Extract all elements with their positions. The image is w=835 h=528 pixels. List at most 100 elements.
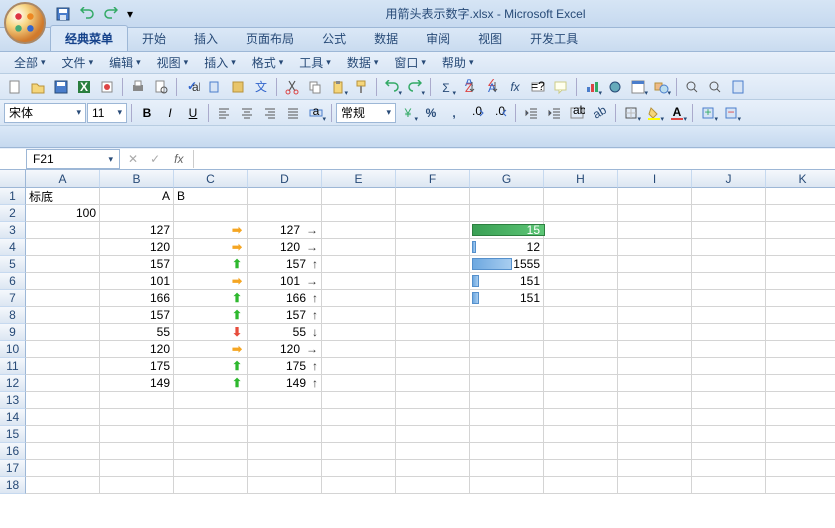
cell-I17[interactable]	[618, 460, 692, 477]
menu-edit[interactable]: 编辑	[101, 52, 149, 73]
menu-help[interactable]: 帮助	[434, 52, 482, 73]
cell-B12[interactable]: 149	[100, 375, 174, 392]
bold-icon[interactable]: B	[136, 102, 158, 124]
cell-H16[interactable]	[544, 443, 618, 460]
cell-C10[interactable]: ➡	[174, 341, 248, 358]
thesaurus-icon[interactable]	[227, 76, 249, 98]
cell-F6[interactable]	[396, 273, 470, 290]
cell-F11[interactable]	[396, 358, 470, 375]
cell-B4[interactable]: 120	[100, 239, 174, 256]
form-icon[interactable]	[727, 76, 749, 98]
cell-I13[interactable]	[618, 392, 692, 409]
cell-E10[interactable]	[322, 341, 396, 358]
italic-icon[interactable]: I	[159, 102, 181, 124]
cell-I9[interactable]	[618, 324, 692, 341]
cell-A9[interactable]	[26, 324, 100, 341]
cell-H10[interactable]	[544, 341, 618, 358]
cell-D3[interactable]: 127→	[248, 222, 322, 239]
row-header-2[interactable]: 2	[0, 205, 26, 222]
cell-E11[interactable]	[322, 358, 396, 375]
cell-F7[interactable]	[396, 290, 470, 307]
fx-icon[interactable]: fx	[168, 152, 189, 166]
select-all-corner[interactable]	[0, 170, 26, 188]
cell-J17[interactable]	[692, 460, 766, 477]
undo-icon[interactable]	[381, 76, 403, 98]
row-header-1[interactable]: 1	[0, 188, 26, 205]
cell-I10[interactable]	[618, 341, 692, 358]
cell-A1[interactable]: 标底	[26, 188, 100, 205]
fill-color-icon[interactable]	[643, 102, 665, 124]
cell-H6[interactable]	[544, 273, 618, 290]
cell-E9[interactable]	[322, 324, 396, 341]
percent-icon[interactable]: %	[420, 102, 442, 124]
row-header-9[interactable]: 9	[0, 324, 26, 341]
row-header-12[interactable]: 12	[0, 375, 26, 392]
cell-B16[interactable]	[100, 443, 174, 460]
cell-K16[interactable]	[766, 443, 835, 460]
cell-A6[interactable]	[26, 273, 100, 290]
number-format-combo[interactable]: 常规	[336, 103, 396, 123]
col-header-K[interactable]: K	[766, 170, 835, 188]
cell-A5[interactable]	[26, 256, 100, 273]
cell-G6[interactable]: 151	[470, 273, 544, 290]
cell-K17[interactable]	[766, 460, 835, 477]
delete-cells-icon[interactable]: −	[720, 102, 742, 124]
cell-J2[interactable]	[692, 205, 766, 222]
cell-B15[interactable]	[100, 426, 174, 443]
print-icon[interactable]	[127, 76, 149, 98]
borders-icon[interactable]	[620, 102, 642, 124]
cell-E6[interactable]	[322, 273, 396, 290]
copy-icon[interactable]	[304, 76, 326, 98]
cell-H7[interactable]	[544, 290, 618, 307]
cell-A8[interactable]	[26, 307, 100, 324]
cell-K14[interactable]	[766, 409, 835, 426]
undo-icon[interactable]	[76, 3, 98, 25]
paste-icon[interactable]	[327, 76, 349, 98]
cancel-formula-icon[interactable]: ✕	[124, 152, 142, 166]
cell-A3[interactable]	[26, 222, 100, 239]
cell-K6[interactable]	[766, 273, 835, 290]
cell-C2[interactable]	[174, 205, 248, 222]
cell-D9[interactable]: 55↓	[248, 324, 322, 341]
cell-K4[interactable]	[766, 239, 835, 256]
cell-B10[interactable]: 120	[100, 341, 174, 358]
cell-H1[interactable]	[544, 188, 618, 205]
cell-E18[interactable]	[322, 477, 396, 494]
cell-H4[interactable]	[544, 239, 618, 256]
cell-C8[interactable]: ⬆	[174, 307, 248, 324]
show-formulas-icon[interactable]: =?	[527, 76, 549, 98]
tab-page-layout[interactable]: 页面布局	[232, 26, 308, 51]
cell-E3[interactable]	[322, 222, 396, 239]
row-header-4[interactable]: 4	[0, 239, 26, 256]
col-header-B[interactable]: B	[100, 170, 174, 188]
sort-asc-icon[interactable]: AZ	[458, 76, 480, 98]
cell-H5[interactable]	[544, 256, 618, 273]
cell-I1[interactable]	[618, 188, 692, 205]
cell-I11[interactable]	[618, 358, 692, 375]
cell-E14[interactable]	[322, 409, 396, 426]
row-header-8[interactable]: 8	[0, 307, 26, 324]
cell-D8[interactable]: 157↑	[248, 307, 322, 324]
cell-J18[interactable]	[692, 477, 766, 494]
font-color-icon[interactable]: A	[666, 102, 688, 124]
cell-B14[interactable]	[100, 409, 174, 426]
row-header-6[interactable]: 6	[0, 273, 26, 290]
increase-indent-icon[interactable]	[543, 102, 565, 124]
cell-G11[interactable]	[470, 358, 544, 375]
tab-classic-menu[interactable]: 经典菜单	[50, 25, 128, 51]
save-icon[interactable]	[50, 76, 72, 98]
cell-A4[interactable]	[26, 239, 100, 256]
cell-E16[interactable]	[322, 443, 396, 460]
cell-F5[interactable]	[396, 256, 470, 273]
cell-B17[interactable]	[100, 460, 174, 477]
cell-F4[interactable]	[396, 239, 470, 256]
cell-J7[interactable]	[692, 290, 766, 307]
zoom-in-icon[interactable]	[681, 76, 703, 98]
sort-desc-icon[interactable]: ZA	[481, 76, 503, 98]
hyperlink-icon[interactable]	[604, 76, 626, 98]
new-icon[interactable]	[4, 76, 26, 98]
cell-E7[interactable]	[322, 290, 396, 307]
cell-B9[interactable]: 55	[100, 324, 174, 341]
cell-K2[interactable]	[766, 205, 835, 222]
cell-K7[interactable]	[766, 290, 835, 307]
